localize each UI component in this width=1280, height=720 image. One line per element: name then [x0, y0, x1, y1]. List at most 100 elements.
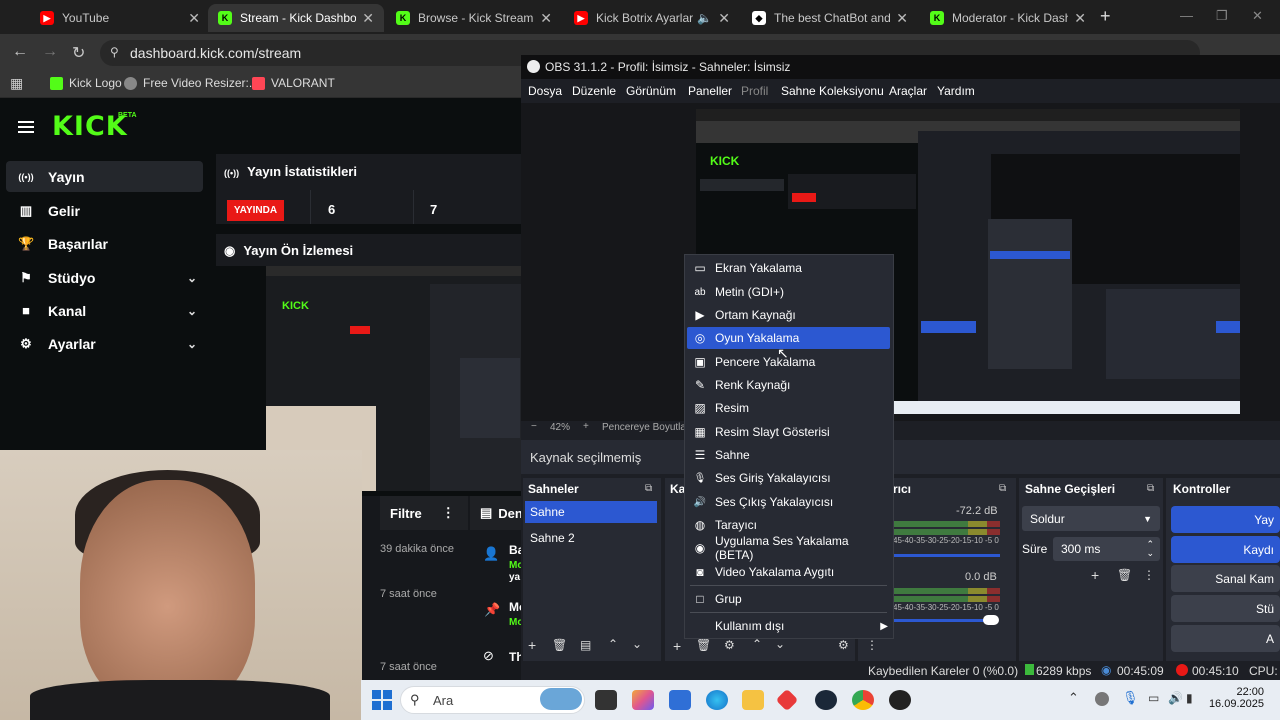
new-tab-button[interactable]: +	[1100, 6, 1111, 27]
steam-icon[interactable]	[815, 690, 837, 710]
move-down-icon[interactable]: ⌄	[775, 637, 785, 651]
chrome-icon[interactable]	[852, 690, 874, 710]
network-icon[interactable]: ▭	[1148, 691, 1159, 705]
volume-slider[interactable]	[893, 619, 993, 622]
add-source-icon[interactable]: +	[673, 638, 681, 654]
tab-kick-moderator[interactable]: K Moderator - Kick Dashboa ✕	[920, 4, 1096, 32]
back-icon[interactable]: ←	[12, 43, 28, 61]
maximize-icon[interactable]: ❐	[1216, 8, 1228, 24]
tab-botrix-video[interactable]: ▶ Kick Botrix Ayarları Na🔈 ✕	[564, 4, 740, 32]
transition-select[interactable]: Soldur ▼	[1022, 506, 1160, 531]
menu-item-ekran-yakalama[interactable]: ▭ Ekran Yakalama	[687, 257, 890, 279]
studio-mode-button[interactable]: Stü	[1171, 595, 1280, 622]
menu-item-sahne[interactable]: ☰ Sahne	[687, 444, 890, 466]
zoom-out-icon[interactable]: −	[531, 421, 537, 432]
sidebar-item-studyo[interactable]: ⚑ Stüdyo ⌄	[6, 262, 203, 293]
bookmark-valorant[interactable]: VALORANT	[252, 76, 335, 90]
sidebar-item-yayin[interactable]: ((•)) Yayın	[6, 161, 203, 192]
virtual-camera-button[interactable]: Sanal Kam	[1171, 565, 1280, 592]
move-up-icon[interactable]: ⌃	[752, 637, 762, 651]
menu-item-grup[interactable]: □ Grup	[687, 588, 890, 610]
zoom-in-icon[interactable]: +	[583, 421, 589, 432]
kick-logo[interactable]: KICK	[52, 111, 128, 142]
close-icon[interactable]: ✕	[540, 10, 552, 27]
task-view-icon[interactable]	[595, 690, 617, 710]
menu-item-resim-slayt[interactable]: ▦ Resim Slayt Gösterisi	[687, 421, 890, 443]
source-settings-icon[interactable]: ⚙	[724, 638, 735, 652]
tab-kick-dashboard[interactable]: K Stream - Kick Dashboard ✕	[208, 4, 384, 32]
menu-yardim[interactable]: Yardım	[937, 84, 975, 98]
apps-grid-icon[interactable]: ▦	[10, 75, 23, 92]
menu-dosya[interactable]: Dosya	[528, 84, 562, 98]
undock-icon[interactable]: ⧉	[999, 483, 1006, 494]
sidebar-item-ayarlar[interactable]: ⚙ Ayarlar ⌄	[6, 328, 203, 359]
undock-icon[interactable]: ⧉	[1147, 483, 1154, 494]
more-icon[interactable]: ⋮	[1143, 568, 1155, 582]
microphone-icon[interactable]: 🎙	[1122, 690, 1139, 706]
volume-icon[interactable]: 🔊	[1168, 691, 1183, 705]
tab-youtube[interactable]: ▶ YouTube ✕	[30, 4, 210, 32]
zoom-level[interactable]: 42%	[550, 422, 570, 433]
close-icon[interactable]: ✕	[718, 10, 730, 27]
file-explorer-icon[interactable]	[742, 690, 764, 710]
start-stream-button[interactable]: Yay	[1171, 506, 1280, 533]
minimize-icon[interactable]: —	[1180, 8, 1193, 23]
move-up-icon[interactable]: ⌃	[608, 637, 618, 651]
menu-duzenle[interactable]: Düzenle	[572, 84, 616, 98]
menu-item-uygulama-ses[interactable]: ◉ Uygulama Ses Yakalama (BETA)	[687, 534, 890, 562]
menu-item-kullanim-disi[interactable]: Kullanım dışı ▶	[687, 615, 890, 637]
close-icon[interactable]: ✕	[188, 10, 200, 27]
obs-taskbar-icon[interactable]	[889, 690, 911, 710]
menu-item-metin[interactable]: ab Metin (GDI+)	[687, 281, 890, 303]
move-down-icon[interactable]: ⌄	[632, 637, 642, 651]
advanced-audio-icon[interactable]: ⚙	[838, 638, 849, 652]
add-scene-icon[interactable]: +	[528, 637, 536, 653]
battery-icon[interactable]: ▮	[1186, 691, 1193, 705]
record-button[interactable]: Kaydı	[1171, 536, 1280, 563]
edge-icon[interactable]	[706, 690, 728, 710]
tab-kick-browse[interactable]: K Browse - Kick Streaming ✕	[386, 4, 562, 32]
more-icon[interactable]: ⋮	[866, 638, 878, 652]
site-info-icon[interactable]: ⚲	[110, 45, 119, 59]
settings-button[interactable]: A	[1171, 625, 1280, 652]
scene-item[interactable]: Sahne 2	[525, 527, 657, 549]
menu-paneller[interactable]: Paneller	[688, 84, 732, 98]
bookmark-kick-logo[interactable]: Kick Logo	[50, 76, 122, 90]
scene-item[interactable]: Sahne	[525, 501, 657, 523]
remove-transition-icon[interactable]: 🗑	[1117, 568, 1132, 582]
filters-icon[interactable]: ▤	[580, 638, 591, 652]
menu-item-tarayici[interactable]: ◍ Tarayıcı	[687, 514, 890, 536]
menu-item-ortam-kaynagi[interactable]: ▶ Ortam Kaynağı	[687, 304, 890, 326]
close-icon[interactable]: ✕	[896, 10, 908, 27]
menu-araclar[interactable]: Araçlar	[889, 84, 927, 98]
forward-icon[interactable]: →	[42, 43, 58, 61]
hamburger-menu-icon[interactable]	[18, 118, 34, 136]
menu-item-resim[interactable]: ▨ Resim	[687, 397, 890, 419]
start-menu-icon[interactable]	[372, 690, 392, 710]
copilot-icon[interactable]	[632, 690, 654, 710]
reload-icon[interactable]: ↻	[72, 43, 85, 63]
menu-sahne-koleksiyonu[interactable]: Sahne Koleksiyonu	[781, 84, 884, 98]
remove-source-icon[interactable]: 🗑	[696, 638, 711, 652]
chat-filter-tab[interactable]: Filtre ⋮	[380, 496, 468, 530]
bookmark-video-resizer[interactable]: Free Video Resizer:...	[124, 76, 259, 90]
tray-app-icon[interactable]	[1095, 692, 1109, 706]
chevron-up-icon[interactable]: ⌃	[1068, 690, 1079, 706]
store-icon[interactable]	[669, 690, 691, 710]
close-icon[interactable]: ✕	[362, 10, 374, 27]
tab-botrix[interactable]: ◆ The best ChatBot and Wid ✕	[742, 4, 918, 32]
menu-item-ses-cikis[interactable]: 🔊 Ses Çıkış Yakalayıcısı	[687, 491, 890, 513]
menu-gorunum[interactable]: Görünüm	[626, 84, 676, 98]
close-icon[interactable]: ✕	[1074, 10, 1086, 27]
menu-item-renk-kaynagi[interactable]: ✎ Renk Kaynağı	[687, 374, 890, 396]
sidebar-item-gelir[interactable]: ▥ Gelir	[6, 195, 203, 226]
sidebar-item-kanal[interactable]: ■ Kanal ⌄	[6, 295, 203, 326]
window-close-icon[interactable]: ✕	[1252, 8, 1263, 24]
volume-slider[interactable]	[893, 554, 1000, 557]
menu-profil[interactable]: Profil	[741, 84, 768, 98]
add-transition-icon[interactable]: +	[1091, 567, 1099, 583]
zoom-mode[interactable]: Pencereye Boyutlan	[602, 422, 692, 433]
sidebar-item-basarilar[interactable]: 🏆 Başarılar	[6, 228, 203, 259]
menu-item-ses-giris[interactable]: 🎙 Ses Giriş Yakalayıcısı	[687, 467, 890, 489]
volume-slider-handle[interactable]	[983, 615, 999, 625]
